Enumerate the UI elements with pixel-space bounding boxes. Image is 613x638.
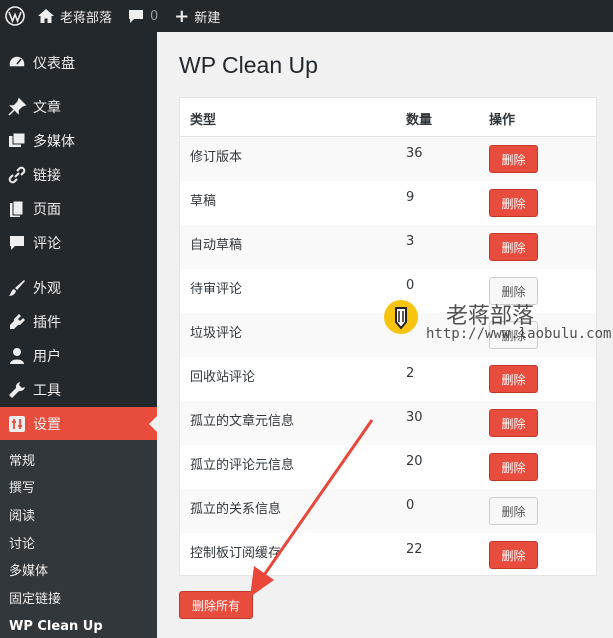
comment-icon	[5, 233, 29, 253]
watermark-url: http://www.laobulu.com	[426, 326, 612, 342]
plus-icon: +	[174, 5, 190, 27]
row-count: 0	[406, 498, 415, 513]
dashboard-icon	[5, 53, 29, 73]
row-type: 控制板订阅缓存	[190, 546, 282, 561]
admin-sidebar: 仪表盘 文章 多媒体 链接 页面 评论 外观 插件 用户 工具 设置 常规 撰写…	[0, 32, 157, 638]
menu-label: 链接	[33, 168, 61, 184]
menu-posts[interactable]: 文章	[0, 90, 157, 124]
watermark-pencil-icon	[384, 300, 418, 334]
delete-button[interactable]: 删除	[489, 541, 538, 569]
table-row: 孤立的关系信息 0 删除	[180, 489, 596, 533]
table-row: 自动草稿 3 删除	[180, 225, 596, 269]
link-icon	[5, 165, 29, 185]
row-count: 20	[406, 454, 423, 469]
row-count: 2	[406, 366, 415, 381]
delete-button[interactable]: 删除	[489, 497, 538, 525]
row-count: 9	[406, 190, 415, 205]
menu-media[interactable]: 多媒体	[0, 124, 157, 158]
menu-comments[interactable]: 评论	[0, 226, 157, 260]
row-type: 垃圾评论	[190, 326, 243, 341]
row-type: 孤立的文章元信息	[190, 414, 295, 429]
menu-pages[interactable]: 页面	[0, 192, 157, 226]
table-row: 回收站评论 2 删除	[180, 357, 596, 401]
delete-button[interactable]: 删除	[489, 409, 538, 437]
pin-icon	[5, 97, 29, 117]
menu-label: 多媒体	[33, 134, 75, 150]
row-count: 30	[406, 410, 423, 425]
delete-button[interactable]: 删除	[489, 189, 538, 217]
home-icon	[38, 9, 54, 23]
page-title: WP Clean Up	[179, 52, 318, 78]
row-type: 孤立的评论元信息	[190, 458, 295, 473]
comment-icon	[128, 9, 144, 24]
wordpress-logo-icon[interactable]	[0, 0, 30, 32]
submenu-permalinks[interactable]: 固定链接	[9, 589, 61, 611]
site-name: 老蒋部落	[60, 10, 113, 26]
row-type: 草稿	[190, 194, 217, 209]
row-count: 0	[406, 278, 415, 293]
table-row: 孤立的文章元信息 30 删除	[180, 401, 596, 445]
delete-all-button[interactable]: 删除所有	[179, 591, 253, 619]
menu-label: 外观	[33, 281, 61, 297]
submenu-general[interactable]: 常规	[9, 451, 35, 473]
user-icon	[5, 346, 29, 366]
menu-dashboard[interactable]: 仪表盘	[0, 46, 157, 80]
row-count: 36	[406, 146, 423, 161]
admin-bar: 老蒋部落 0 + 新建	[0, 0, 613, 32]
submenu-writing[interactable]: 撰写	[9, 478, 35, 500]
column-header-count: 数量	[406, 113, 433, 128]
comment-count: 0	[150, 8, 159, 24]
menu-label: 评论	[33, 236, 61, 252]
menu-tools[interactable]: 工具	[0, 373, 157, 407]
table-row: 控制板订阅缓存 22 删除	[180, 533, 596, 577]
comments-link[interactable]: 0	[120, 0, 166, 32]
row-type: 回收站评论	[190, 370, 256, 385]
row-count: 22	[406, 542, 423, 557]
menu-label: 用户	[33, 349, 61, 365]
menu-label: 设置	[33, 417, 61, 433]
row-type: 待审评论	[190, 282, 243, 297]
submenu-media[interactable]: 多媒体	[9, 561, 48, 583]
menu-label: 工具	[33, 383, 61, 399]
menu-label: 文章	[33, 100, 61, 116]
menu-plugins[interactable]: 插件	[0, 305, 157, 339]
table-row: 草稿 9 删除	[180, 181, 596, 225]
media-icon	[5, 131, 29, 151]
brush-icon	[5, 278, 29, 298]
table-row: 修订版本 36 删除	[180, 137, 596, 181]
delete-button[interactable]: 删除	[489, 145, 538, 173]
delete-button[interactable]: 删除	[489, 365, 538, 393]
settings-sliders-icon	[5, 414, 29, 434]
wrench-icon	[5, 380, 29, 400]
plugin-icon	[5, 312, 29, 332]
table-row: 孤立的评论元信息 20 删除	[180, 445, 596, 489]
settings-submenu: 常规 撰写 阅读 讨论 多媒体 固定链接 WP Clean Up	[0, 440, 157, 638]
menu-settings[interactable]: 设置	[0, 407, 157, 441]
row-type: 孤立的关系信息	[190, 502, 282, 517]
row-count: 3	[406, 234, 415, 249]
site-name-link[interactable]: 老蒋部落	[30, 0, 120, 32]
menu-label: 页面	[33, 202, 61, 218]
menu-label: 插件	[33, 315, 61, 331]
submenu-reading[interactable]: 阅读	[9, 506, 35, 528]
delete-button[interactable]: 删除	[489, 453, 538, 481]
submenu-discussion[interactable]: 讨论	[9, 534, 35, 556]
column-header-type: 类型	[190, 113, 217, 128]
new-label: 新建	[194, 10, 221, 26]
pages-icon	[5, 199, 29, 219]
new-content-link[interactable]: + 新建	[166, 0, 228, 32]
submenu-wp-clean-up[interactable]: WP Clean Up	[9, 616, 103, 638]
menu-users[interactable]: 用户	[0, 339, 157, 373]
row-type: 自动草稿	[190, 238, 243, 253]
menu-links[interactable]: 链接	[0, 158, 157, 192]
column-header-action: 操作	[489, 113, 516, 128]
menu-appearance[interactable]: 外观	[0, 271, 157, 305]
menu-label: 仪表盘	[33, 56, 75, 72]
delete-button[interactable]: 删除	[489, 233, 538, 261]
row-type: 修订版本	[190, 150, 243, 165]
